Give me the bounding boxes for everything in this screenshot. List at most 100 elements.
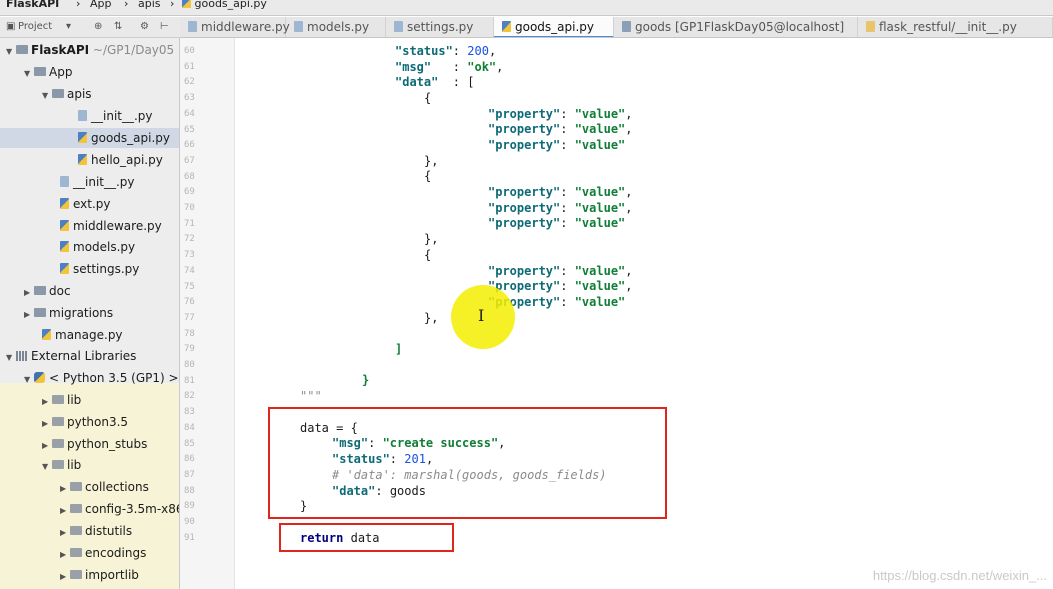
- sync-icon[interactable]: ⊕: [94, 21, 102, 32]
- code-line: "property": "value",: [488, 107, 633, 121]
- tree-item-label: doc: [49, 284, 71, 298]
- tree-item-settings[interactable]: settings.py: [60, 259, 139, 279]
- tree-item-lib[interactable]: ▶ lib: [42, 390, 81, 410]
- code-token: """: [300, 389, 322, 403]
- tree-item-ext[interactable]: ext.py: [60, 194, 111, 214]
- tree-item-collections[interactable]: ▶ collections: [60, 477, 149, 497]
- tree-item-doc[interactable]: ▶ doc: [24, 281, 71, 301]
- code-token: {: [424, 169, 432, 183]
- line-number: 67: [184, 155, 195, 166]
- python-file-icon: [60, 220, 69, 231]
- line-number: 88: [184, 485, 195, 496]
- tree-item-label: settings.py: [73, 262, 140, 276]
- tree-item-apis-init[interactable]: __init__.py: [78, 106, 153, 126]
- tree-item-apis[interactable]: ▼ apis: [42, 84, 92, 104]
- database-table-icon: [622, 21, 631, 32]
- tree-item-config[interactable]: ▶ config-3.5m-x86: [60, 499, 179, 519]
- code-token: "value": [574, 279, 626, 293]
- tree-item-external-libraries[interactable]: ▼ External Libraries: [6, 346, 136, 366]
- expand-arrow-icon: ▶: [60, 528, 67, 537]
- line-number: 75: [184, 281, 195, 292]
- tree-item-label: __init__.py: [73, 175, 135, 189]
- breadcrumb-project[interactable]: FlaskAPI: [6, 0, 59, 10]
- tree-item-lib-expanded[interactable]: ▼ lib: [42, 455, 81, 475]
- expand-arrow-icon: ▶: [42, 441, 49, 450]
- line-number: 76: [184, 297, 195, 308]
- breadcrumb-file[interactable]: goods_api.py: [182, 0, 267, 10]
- line-number: 91: [184, 532, 195, 543]
- tree-item-label: lib: [67, 458, 82, 472]
- tab-label: goods [GP1FlaskDay05@localhost]: [635, 20, 845, 34]
- collapse-icon[interactable]: ⊢: [160, 21, 169, 32]
- split-icon[interactable]: ⇅: [114, 21, 122, 32]
- line-number: 66: [184, 140, 195, 151]
- line-number: 61: [184, 61, 195, 72]
- line-number-gutter: 60 61 62 63 64 65 66 67 68 69 70 71 72 73 74 75 76 77 78 79…: [180, 38, 235, 589]
- code-token: "msg": [395, 60, 432, 74]
- tree-item-encodings[interactable]: ▶ encodings: [60, 543, 146, 563]
- tree-item-migrations[interactable]: ▶ migrations: [24, 303, 113, 323]
- tree-item-distutils[interactable]: ▶ distutils: [60, 521, 132, 541]
- tree-item-manage[interactable]: manage.py: [42, 325, 123, 345]
- collapse-arrow-icon: ▼: [24, 375, 31, 384]
- tree-item-app-init[interactable]: __init__.py: [60, 172, 135, 192]
- tree-item-python35[interactable]: ▶ python3.5: [42, 412, 128, 432]
- tree-item-models[interactable]: models.py: [60, 237, 135, 257]
- line-number: 74: [184, 265, 195, 276]
- code-token: {: [424, 248, 432, 262]
- code-token: },: [424, 311, 439, 325]
- line-number: 68: [184, 171, 195, 182]
- line-number: 71: [184, 218, 195, 229]
- tree-item-middleware[interactable]: middleware.py: [60, 216, 162, 236]
- code-token: "property": [488, 201, 561, 215]
- folder-icon: [52, 439, 64, 448]
- folder-icon: [34, 67, 46, 76]
- code-line: }: [362, 373, 369, 388]
- tab-label: models.py: [307, 20, 370, 34]
- watermark: https://blog.csdn.net/weixin_...: [872, 568, 1047, 583]
- python-file-icon: [60, 176, 69, 187]
- tree-root-flaskapi[interactable]: ▼ FlaskAPI ~/GP1/Day05: [6, 40, 174, 60]
- tab-settings[interactable]: settings.py: [386, 17, 494, 37]
- expand-arrow-icon: ▶: [60, 572, 67, 581]
- library-icon: [16, 351, 27, 361]
- project-view-label[interactable]: Project: [18, 21, 52, 32]
- tree-item-label: External Libraries: [31, 349, 137, 363]
- line-number: 62: [184, 77, 195, 88]
- tab-goods-api[interactable]: goods_api.py: [494, 17, 614, 37]
- folder-icon: [70, 526, 82, 535]
- code-token: },: [424, 232, 439, 246]
- tree-item-goods-api[interactable]: goods_api.py: [0, 128, 179, 148]
- python-file-icon: [78, 154, 87, 165]
- tree-item-python-stubs[interactable]: ▶ python_stubs: [42, 434, 147, 454]
- tab-flask-restful-init[interactable]: flask_restful/__init__.py: [858, 17, 1053, 37]
- tab-models[interactable]: models.py: [286, 17, 386, 37]
- tab-label: goods_api.py: [515, 20, 595, 34]
- line-number: 69: [184, 187, 195, 198]
- folder-icon: [16, 45, 28, 54]
- line-number: 60: [184, 46, 195, 56]
- dropdown-icon[interactable]: ▾: [66, 21, 71, 32]
- line-number: 81: [184, 375, 195, 386]
- breadcrumb-apis[interactable]: apis: [138, 0, 161, 10]
- line-number: 86: [184, 454, 195, 465]
- tree-item-app[interactable]: ▼ App: [24, 62, 72, 82]
- code-token: "property": [488, 185, 561, 199]
- line-number: 65: [184, 124, 195, 135]
- tab-goods-table[interactable]: goods [GP1FlaskDay05@localhost]: [614, 17, 858, 37]
- folder-icon: [52, 460, 64, 469]
- tree-item-importlib[interactable]: ▶ importlib: [60, 565, 139, 585]
- python-file-icon: [182, 0, 191, 8]
- tree-item-hello-api[interactable]: hello_api.py: [78, 150, 163, 170]
- code-line: "msg" : "ok",: [395, 60, 504, 74]
- tree-item-python-sdk[interactable]: ▼ < Python 3.5 (GP1) >: [24, 368, 179, 388]
- breadcrumb-app[interactable]: App: [90, 0, 112, 10]
- python-file-icon: [188, 21, 197, 32]
- line-number: 64: [184, 108, 195, 119]
- collapse-arrow-icon: ▼: [42, 462, 49, 471]
- tab-middleware[interactable]: middleware.py: [180, 17, 290, 37]
- code-line: {: [424, 91, 431, 106]
- highlight-box-return: [279, 523, 454, 552]
- expand-arrow-icon: ▶: [60, 550, 67, 559]
- gear-icon[interactable]: ⚙: [140, 21, 149, 32]
